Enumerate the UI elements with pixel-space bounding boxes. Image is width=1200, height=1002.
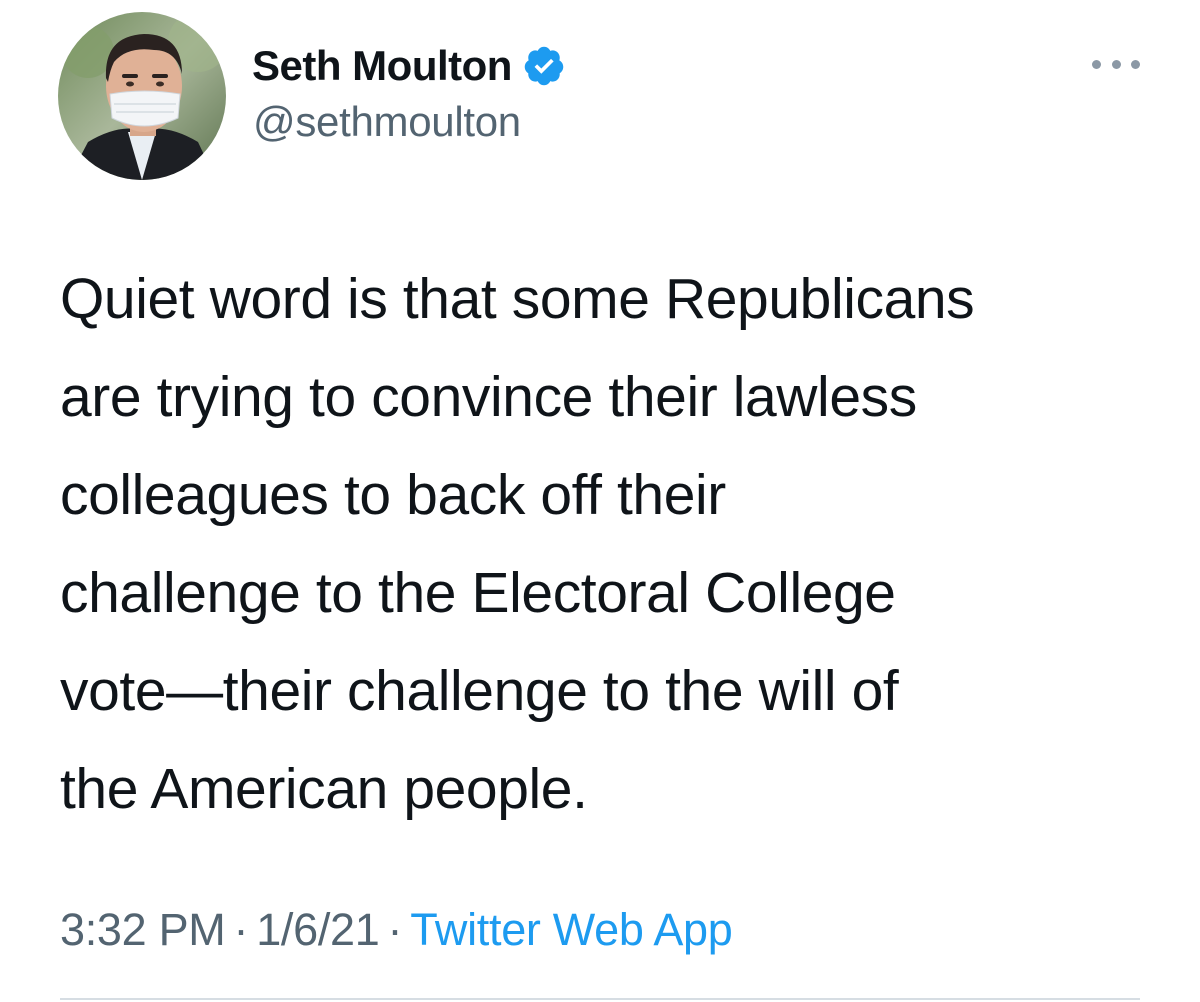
tweet-date[interactable]: 1/6/21: [256, 904, 380, 955]
tweet-text-line: colleagues to back off their: [60, 463, 726, 527]
meta-separator: ·: [233, 904, 249, 955]
tweet-time[interactable]: 3:32 PM: [60, 904, 226, 955]
author-name-row: Seth Moulton: [252, 40, 566, 92]
tweet-text-line: challenge to the Electoral College: [60, 561, 896, 625]
verified-badge-icon: [524, 46, 564, 86]
meta-separator: ·: [387, 904, 403, 955]
more-dot: [1131, 59, 1140, 69]
divider: [60, 998, 1140, 1000]
more-options-icon[interactable]: [1092, 52, 1140, 76]
author-avatar[interactable]: [58, 12, 226, 180]
tweet-text-line: are trying to convince their lawless: [60, 365, 917, 429]
more-dot: [1092, 59, 1101, 69]
tweet-text: Quiet word is that some Republicans are …: [60, 250, 1160, 838]
tweet-text-line: the American people.: [60, 757, 588, 821]
tweet-metadata: 3:32 PM · 1/6/21 · Twitter Web App: [60, 898, 733, 962]
more-dot: [1111, 59, 1121, 69]
avatar-photo-icon: [58, 12, 226, 180]
tweet-source-link[interactable]: Twitter Web App: [410, 904, 733, 955]
author-display-name[interactable]: Seth Moulton: [252, 42, 512, 90]
tweet-card: Seth Moulton @sethmoulton Quiet word is …: [0, 0, 1200, 1002]
tweet-text-line: Quiet word is that some Republicans: [60, 267, 975, 331]
tweet-text-line: vote—their challenge to the will of: [60, 659, 899, 723]
author-handle[interactable]: @sethmoulton: [253, 98, 521, 146]
